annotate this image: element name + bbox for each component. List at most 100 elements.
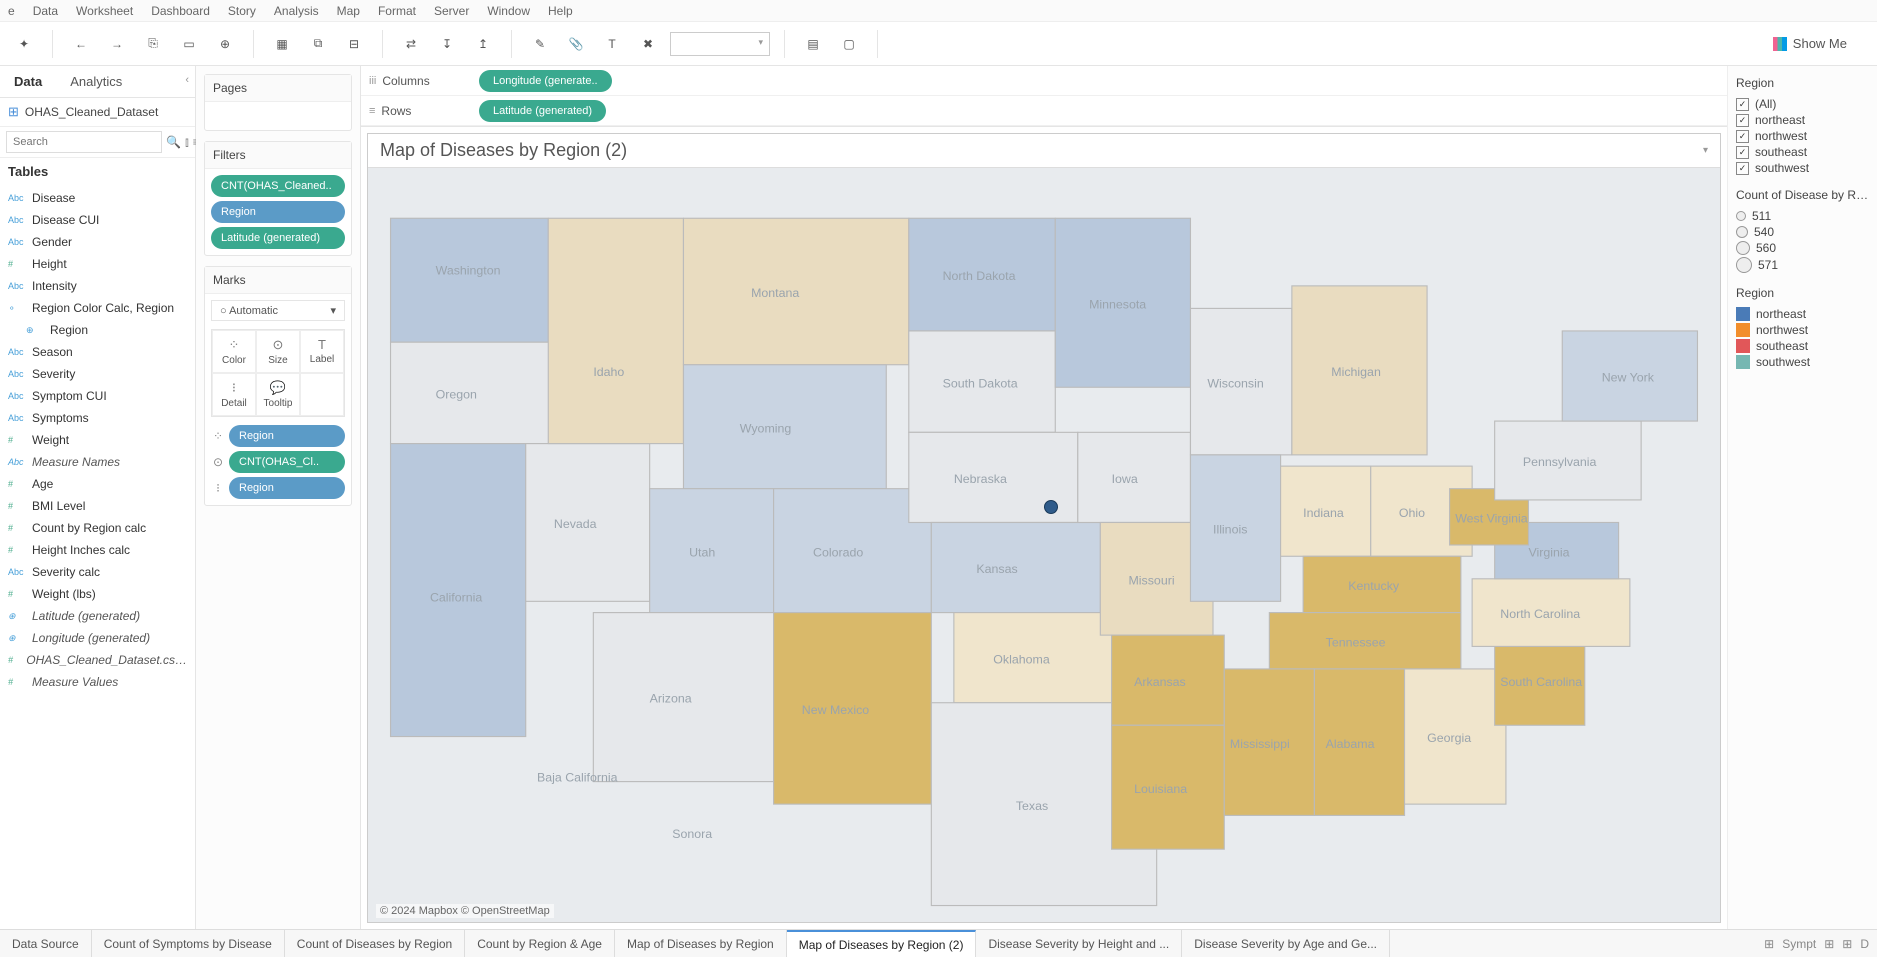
menu-item[interactable]: Story [228, 4, 256, 18]
field-item[interactable]: AbcSeverity [0, 363, 195, 385]
field-item[interactable]: ⚬Region Color Calc, Region [0, 297, 195, 319]
overflow-icon[interactable]: D [1860, 937, 1869, 951]
marks-tooltip-button[interactable]: 💬Tooltip [256, 373, 300, 416]
field-item[interactable]: #BMI Level [0, 495, 195, 517]
duplicate-button[interactable]: ⧉ [304, 30, 332, 58]
field-item[interactable]: #Age [0, 473, 195, 495]
sort-desc-button[interactable]: ↥ [469, 30, 497, 58]
region-filter-item[interactable]: ✓southeast [1736, 144, 1869, 160]
field-item[interactable]: #OHAS_Cleaned_Dataset.cs… [0, 649, 195, 671]
marks-color-button[interactable]: ⁘Color [212, 330, 256, 373]
marks-pill-row[interactable]: ⊙CNT(OHAS_Cl.. [211, 451, 345, 473]
field-item[interactable]: AbcGender [0, 231, 195, 253]
menu-item[interactable]: Window [487, 4, 530, 18]
presentation-button[interactable]: ▢ [835, 30, 863, 58]
text-button[interactable]: T [598, 30, 626, 58]
clear-button[interactable]: ⊟ [340, 30, 368, 58]
count-legend-item[interactable]: 571 [1736, 256, 1869, 274]
sheet-tab[interactable]: Count of Diseases by Region [285, 930, 465, 957]
checkbox-icon[interactable]: ✓ [1736, 146, 1749, 159]
menu-item[interactable]: e [8, 4, 15, 18]
new-worksheet-button[interactable]: ⊕ [211, 30, 239, 58]
field-item[interactable]: AbcSeason [0, 341, 195, 363]
collapse-icon[interactable]: ‹ [185, 74, 189, 86]
field-item[interactable]: #Height Inches calc [0, 539, 195, 561]
highlight-button[interactable]: ✎ [526, 30, 554, 58]
menu-item[interactable]: Analysis [274, 4, 319, 18]
rows-shelf[interactable]: ≡Rows Latitude (generated) [361, 96, 1727, 126]
viz-area[interactable]: Map of Diseases by Region (2) ▾ [367, 133, 1721, 923]
field-item[interactable]: #Measure Values [0, 671, 195, 693]
new-worksheet-icon[interactable]: ⊞ [1764, 937, 1774, 951]
marks-size-button[interactable]: ⊙Size [256, 330, 300, 373]
search-icon[interactable]: 🔍 [166, 135, 181, 149]
marks-label-button[interactable]: TLabel [300, 330, 344, 373]
show-me-button[interactable]: Show Me [1773, 36, 1867, 51]
field-item[interactable]: AbcIntensity [0, 275, 195, 297]
marks-pill[interactable]: Region [229, 425, 345, 447]
field-item[interactable]: AbcDisease CUI [0, 209, 195, 231]
checkbox-icon[interactable]: ✓ [1736, 114, 1749, 127]
region-color-item[interactable]: southeast [1736, 338, 1869, 354]
map-canvas[interactable]: Washington Oregon California Nevada Idah… [368, 168, 1720, 922]
new-dashboard-icon[interactable]: ⊞ [1824, 937, 1834, 951]
marks-type-dropdown[interactable]: ○ Automatic▾ [211, 300, 345, 321]
region-color-item[interactable]: northwest [1736, 322, 1869, 338]
region-filter-item[interactable]: ✓northwest [1736, 128, 1869, 144]
fit-dropdown[interactable] [670, 32, 770, 56]
marks-pill-row[interactable]: ⁘Region [211, 425, 345, 447]
field-item[interactable]: #Height [0, 253, 195, 275]
columns-pill[interactable]: Longitude (generate.. [479, 70, 612, 92]
sort-asc-button[interactable]: ↧ [433, 30, 461, 58]
filter-icon[interactable]: ⫾ [185, 135, 189, 150]
marks-detail-button[interactable]: ⁝Detail [212, 373, 256, 416]
cards-button[interactable]: ▤ [799, 30, 827, 58]
group-button[interactable]: 📎 [562, 30, 590, 58]
menu-item[interactable]: Map [337, 4, 360, 18]
forward-button[interactable]: → [103, 30, 131, 58]
new-dashboard-button[interactable]: ▦ [268, 30, 296, 58]
region-color-item[interactable]: northeast [1736, 306, 1869, 322]
menu-item[interactable]: Worksheet [76, 4, 133, 18]
count-legend-item[interactable]: 540 [1736, 224, 1869, 240]
swap-button[interactable]: ⇄ [397, 30, 425, 58]
count-legend-item[interactable]: 560 [1736, 240, 1869, 256]
pages-body[interactable] [205, 102, 351, 130]
field-item[interactable]: ⊕Region [0, 319, 195, 341]
count-legend-item[interactable]: 511 [1736, 208, 1869, 224]
datasource-row[interactable]: ⊞ OHAS_Cleaned_Dataset [0, 98, 195, 127]
region-color-item[interactable]: southwest [1736, 354, 1869, 370]
field-item[interactable]: #Weight (lbs) [0, 583, 195, 605]
field-item[interactable]: AbcDisease [0, 187, 195, 209]
filter-pill[interactable]: Latitude (generated) [211, 227, 345, 249]
tab-analytics[interactable]: Analytics [56, 66, 136, 97]
filter-pill[interactable]: Region [211, 201, 345, 223]
new-story-small-icon[interactable]: ⊞ [1842, 937, 1852, 951]
viz-title[interactable]: Map of Diseases by Region (2) [380, 140, 627, 161]
marks-pill[interactable]: Region [229, 477, 345, 499]
pin-button[interactable]: ✖ [634, 30, 662, 58]
marks-pill[interactable]: CNT(OHAS_Cl.. [229, 451, 345, 473]
sheet-tab[interactable]: Map of Diseases by Region [615, 930, 787, 957]
field-item[interactable]: AbcSymptoms [0, 407, 195, 429]
tab-data[interactable]: Data [0, 66, 56, 97]
filters-body[interactable]: CNT(OHAS_Cleaned..RegionLatitude (genera… [205, 169, 351, 255]
tableau-logo-icon[interactable]: ✦ [10, 30, 38, 58]
menu-item[interactable]: Dashboard [151, 4, 210, 18]
field-item[interactable]: AbcSeverity calc [0, 561, 195, 583]
menu-item[interactable]: Data [33, 4, 58, 18]
marks-pill-row[interactable]: ⁝Region [211, 477, 345, 499]
field-item[interactable]: AbcMeasure Names [0, 451, 195, 473]
checkbox-icon[interactable]: ✓ [1736, 98, 1749, 111]
field-item[interactable]: #Weight [0, 429, 195, 451]
data-source-tab[interactable]: Data Source [0, 930, 92, 957]
field-item[interactable]: AbcSymptom CUI [0, 385, 195, 407]
trailing-sheet[interactable]: Sympt [1782, 937, 1816, 951]
title-dropdown-icon[interactable]: ▾ [1703, 145, 1708, 156]
field-item[interactable]: ⊕Longitude (generated) [0, 627, 195, 649]
checkbox-icon[interactable]: ✓ [1736, 130, 1749, 143]
region-filter-item[interactable]: ✓northeast [1736, 112, 1869, 128]
checkbox-icon[interactable]: ✓ [1736, 162, 1749, 175]
columns-shelf[interactable]: iiiColumns Longitude (generate.. [361, 66, 1727, 96]
region-filter-item[interactable]: ✓(All) [1736, 96, 1869, 112]
